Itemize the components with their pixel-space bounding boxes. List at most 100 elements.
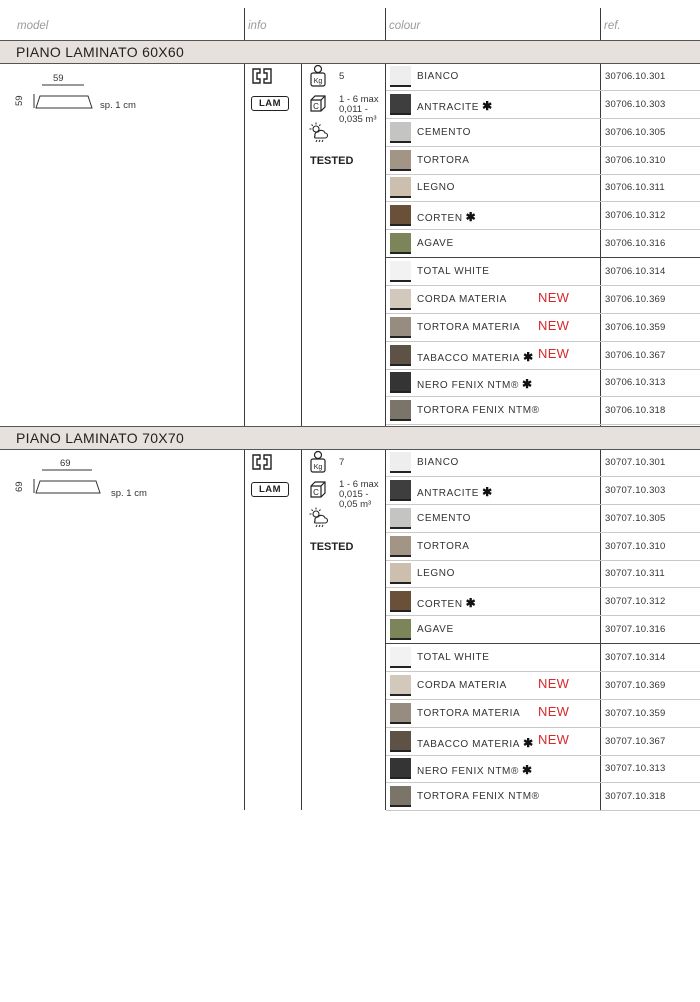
- colour-name-text: TORTORA FENIX NTM®: [417, 791, 540, 803]
- swatch-base: [390, 168, 411, 171]
- colour-row: TORTORA 30706.10.310: [386, 147, 700, 175]
- colour-row: TOTAL WHITE 30706.10.314: [386, 258, 700, 286]
- colour-row: BIANCO 30706.10.301: [386, 63, 700, 91]
- colour-name-text: BIANCO: [417, 71, 459, 82]
- column-divider: [301, 448, 302, 810]
- ref-code: 30707.10.367: [605, 735, 666, 747]
- asterisk-icon: ✱: [523, 349, 534, 364]
- colour-row: CORTEN ✱ 30707.10.312: [386, 588, 700, 617]
- colour-name-text: LEGNO: [417, 568, 456, 580]
- colour-row: CORTEN ✱ 30706.10.312: [386, 202, 700, 231]
- colour-name: TORTORA: [417, 155, 470, 166]
- colour-name: TORTORA MATERIA: [417, 322, 520, 333]
- colour-name-text: TOTAL WHITE: [417, 265, 490, 277]
- swatch-base: [390, 85, 411, 87]
- colour-name: TORTORA: [417, 541, 470, 552]
- section-title-bar: PIANO LAMINATO 70X70: [0, 427, 700, 449]
- colour-name-text: ANTRACITE: [417, 101, 480, 113]
- asterisk-icon: ✱: [465, 596, 477, 611]
- ref-code: 30707.10.305: [605, 512, 666, 524]
- colour-swatch: [390, 149, 411, 171]
- lam-badge: LAM: [251, 96, 289, 111]
- swatch-base: [390, 638, 411, 641]
- swatch-base: [390, 777, 411, 780]
- swatch-base: [390, 196, 411, 199]
- column-divider: [244, 8, 245, 810]
- ref-code: 30707.10.310: [605, 540, 666, 552]
- tested-label: TESTED: [310, 155, 354, 167]
- column-divider: [301, 62, 302, 426]
- svg-text:C: C: [313, 102, 319, 111]
- swatch-base: [390, 805, 411, 808]
- header-model: model: [17, 20, 49, 32]
- colour-name: ANTRACITE ✱: [417, 485, 493, 499]
- colour-row: CEMENTO 30706.10.305: [386, 119, 700, 147]
- colour-row: AGAVE 30706.10.316: [386, 230, 700, 259]
- ref-code: 30707.10.369: [605, 679, 666, 691]
- colour-name: AGAVE: [417, 238, 454, 249]
- swatch-base: [390, 252, 411, 255]
- colour-name-text: CORTEN: [417, 213, 463, 225]
- colour-row: LEGNO 30707.10.311: [386, 560, 700, 589]
- swatch-base: [390, 554, 411, 557]
- colour-name: AGAVE: [417, 624, 454, 635]
- colour-swatch: [390, 205, 411, 227]
- colour-row: AGAVE 30707.10.316: [386, 616, 700, 645]
- swatch-base: [390, 665, 411, 668]
- colour-swatch: [390, 372, 411, 394]
- colour-row: TORTORA MATERIA NEW 30706.10.359: [386, 314, 700, 342]
- section-title: PIANO LAMINATO 60X60: [16, 44, 185, 60]
- colour-name-text: TORTORA FENIX NTM®: [417, 405, 540, 417]
- colour-swatch: [390, 591, 411, 613]
- ref-code: 30707.10.318: [605, 791, 666, 803]
- colour-swatch: [390, 758, 411, 780]
- ref-code: 30706.10.314: [605, 265, 666, 277]
- thickness-label: sp. 1 cm: [100, 100, 136, 111]
- colour-name: LEGNO: [417, 182, 455, 193]
- colour-row: TORTORA FENIX NTM® 30707.10.318: [386, 783, 700, 812]
- ref-code: 30707.10.314: [605, 651, 666, 663]
- tabletop-profile-icon: [33, 84, 93, 109]
- swatch-base: [390, 140, 411, 143]
- swatch-base: [390, 335, 411, 338]
- swatch-base: [390, 419, 411, 422]
- colour-name-text: CEMENTO: [417, 512, 472, 524]
- colour-swatch: [390, 452, 411, 473]
- outdoor-weather-icon: [309, 507, 329, 527]
- thickness-label: sp. 1 cm: [111, 488, 147, 499]
- colour-name: NERO FENIX NTM® ✱: [417, 377, 533, 391]
- ref-code: 30707.10.313: [605, 763, 666, 775]
- colour-name-text: LEGNO: [417, 182, 456, 194]
- colour-swatch: [390, 288, 411, 310]
- colour-name: TABACCO MATERIA ✱: [417, 350, 534, 364]
- new-badge: NEW: [538, 317, 570, 333]
- colour-name-text: NERO FENIX NTM®: [417, 766, 519, 778]
- colour-name-text: ANTRACITE: [417, 487, 480, 499]
- colour-name: TOTAL WHITE: [417, 652, 490, 663]
- capacity-line-3: 0,035 m³: [339, 114, 377, 125]
- new-badge: NEW: [538, 703, 570, 719]
- swatch-base: [390, 363, 411, 366]
- header-ref: ref.: [604, 20, 621, 32]
- swatch-base: [390, 391, 411, 394]
- colour-row: TOTAL WHITE 30707.10.314: [386, 644, 700, 672]
- swatch-base: [390, 224, 411, 227]
- weight-icon: Kg: [310, 450, 326, 473]
- ref-code: 30707.10.316: [605, 624, 666, 636]
- tested-label: TESTED: [310, 541, 354, 553]
- ref-code: 30706.10.359: [605, 321, 666, 333]
- colour-row: NERO FENIX NTM® ✱ 30706.10.313: [386, 369, 700, 398]
- svg-text:Kg: Kg: [314, 464, 323, 471]
- colour-row: ANTRACITE ✱ 30707.10.303: [386, 477, 700, 505]
- colour-swatch: [390, 121, 411, 143]
- colour-swatch: [390, 479, 411, 501]
- swatch-base: [390, 749, 411, 752]
- colour-name-text: TABACCO MATERIA: [417, 352, 521, 364]
- ref-code: 30706.10.310: [605, 154, 666, 166]
- ref-code: 30706.10.311: [605, 182, 665, 194]
- ref-code: 30707.10.312: [605, 596, 666, 608]
- section-title: PIANO LAMINATO 70X70: [16, 430, 185, 446]
- row-divider: [386, 810, 700, 812]
- colour-row: CEMENTO 30707.10.305: [386, 505, 700, 533]
- colour-name-text: TORTORA MATERIA: [417, 707, 521, 719]
